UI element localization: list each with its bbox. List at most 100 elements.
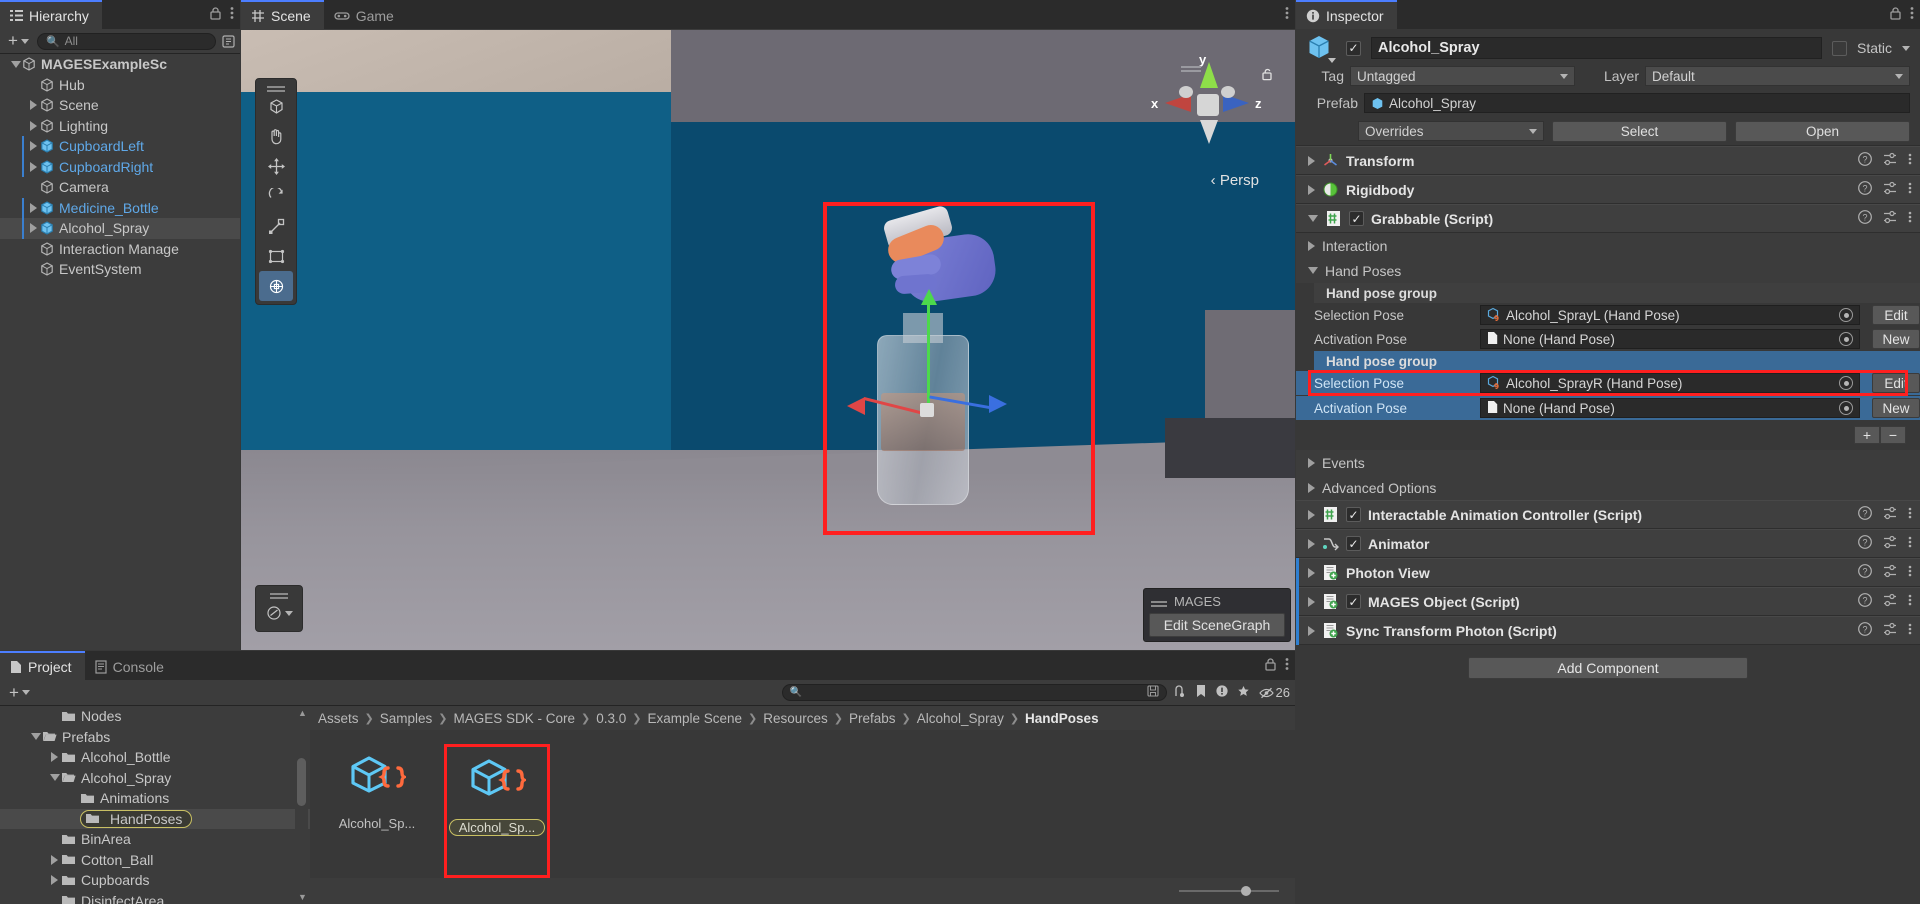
hierarchy-list[interactable]: MAGESExampleScHubSceneLightingCupboardLe… (0, 54, 240, 650)
object-name-input[interactable]: Alcohol_Spray (1371, 37, 1822, 59)
help-icon[interactable]: ? (1858, 506, 1872, 523)
add-component-button[interactable]: Add Component (1468, 657, 1748, 679)
events-foldout[interactable]: Events (1296, 450, 1920, 475)
help-icon[interactable]: ? (1858, 564, 1872, 581)
pose-edit-button[interactable]: Edit (1872, 305, 1920, 325)
component-header-transform[interactable]: Transform? (1296, 146, 1920, 175)
prefab-field[interactable]: Alcohol_Spray (1364, 93, 1910, 113)
hidden-assets-counter[interactable]: 26 (1259, 685, 1290, 700)
project-create-button[interactable]: + (5, 686, 34, 700)
hand-pose-selection-pose-row[interactable]: Selection PoseAlcohol_SprayL (Hand Pose)… (1296, 303, 1920, 327)
expand-arrow[interactable] (1308, 215, 1318, 222)
transform-tool-button[interactable] (259, 271, 293, 301)
rotate-tool-button[interactable] (256, 181, 296, 211)
project-tree-item-nodes[interactable]: Nodes (0, 706, 310, 727)
component-header-animator[interactable]: ✓Animator? (1296, 529, 1920, 558)
advanced-options-foldout[interactable]: Advanced Options (1296, 475, 1920, 500)
expand-arrow[interactable] (27, 100, 40, 110)
preset-icon[interactable] (1883, 622, 1897, 639)
kebab-menu-icon[interactable] (230, 6, 234, 23)
kebab-menu-icon[interactable] (1910, 6, 1914, 23)
inspector-body[interactable]: ✓ Alcohol_Spray Static Tag Untagged Laye… (1296, 29, 1920, 904)
edit-scenegraph-button[interactable]: Edit SceneGraph (1149, 613, 1285, 637)
interaction-foldout[interactable]: Interaction (1296, 233, 1920, 258)
kebab-menu-icon[interactable] (1908, 564, 1912, 581)
tag-dropdown[interactable]: Untagged (1350, 66, 1575, 86)
project-tree-item-alcohol-bottle[interactable]: Alcohol_Bottle (0, 747, 310, 768)
tab-console[interactable]: Console (85, 651, 177, 680)
gizmo-drag-handle[interactable] (1181, 66, 1201, 68)
hierarchy-item-alcohol-spray[interactable]: Alcohol_Spray (0, 218, 240, 239)
select-button[interactable]: Select (1552, 121, 1727, 142)
expand-arrow[interactable] (1308, 568, 1315, 578)
pose-new-button[interactable]: New (1872, 398, 1920, 418)
pose-object-field[interactable]: None (Hand Pose) (1480, 329, 1860, 349)
component-enabled-checkbox[interactable]: ✓ (1346, 594, 1361, 609)
help-icon[interactable]: ? (1858, 152, 1872, 169)
hand-pose-activation-pose-row[interactable]: Activation PoseNone (Hand Pose)New (1296, 327, 1920, 351)
gizmo-lock-icon[interactable] (1262, 68, 1273, 84)
search-save-icon[interactable] (1147, 685, 1159, 700)
hierarchy-search-input[interactable]: 🔍 All (37, 33, 216, 50)
lock-icon[interactable] (210, 7, 221, 23)
expand-arrow[interactable] (1308, 539, 1315, 549)
expand-arrow[interactable] (27, 162, 40, 172)
scene-viewport[interactable]: x y z ‹ Persp MAGES Edit SceneGraph (241, 30, 1295, 650)
object-active-checkbox[interactable]: ✓ (1346, 41, 1361, 56)
asset-item[interactable]: Alcohol_Sp... (444, 744, 550, 878)
kebab-menu-icon[interactable] (1908, 181, 1912, 198)
hierarchy-item-camera[interactable]: Camera (0, 177, 240, 198)
component-list-bottom[interactable]: ✓Interactable Animation Controller (Scri… (1296, 500, 1920, 645)
hierarchy-item-lighting[interactable]: Lighting (0, 116, 240, 137)
scene-orientation-gizmo[interactable]: x y z (1159, 56, 1255, 152)
expand-arrow[interactable] (48, 875, 61, 885)
mages-overlay-header[interactable]: MAGES (1149, 593, 1285, 613)
pose-edit-button[interactable]: Edit (1872, 373, 1920, 393)
component-enabled-checkbox[interactable]: ✓ (1346, 507, 1361, 522)
asset-type-icon[interactable] (1173, 684, 1186, 701)
hierarchy-item-scene[interactable]: Scene (0, 95, 240, 116)
component-header-sync-transform-photon-script-[interactable]: Sync Transform Photon (Script)? (1296, 616, 1920, 645)
hierarchy-item-eventsystem[interactable]: EventSystem (0, 259, 240, 280)
scale-tool-button[interactable] (256, 211, 296, 241)
hierarchy-filter-icon[interactable] (220, 35, 236, 48)
help-icon[interactable]: ? (1858, 535, 1872, 552)
expand-arrow[interactable] (48, 774, 61, 781)
kebab-menu-icon[interactable] (1908, 210, 1912, 227)
preset-icon[interactable] (1883, 564, 1897, 581)
gizmo-cone-neg-y[interactable] (1200, 120, 1218, 144)
object-picker-icon[interactable] (1839, 332, 1853, 346)
hierarchy-item-interaction-manage[interactable]: Interaction Manage (0, 239, 240, 260)
favorite-star-icon[interactable] (1237, 685, 1250, 701)
expand-arrow[interactable] (29, 733, 42, 740)
custom-palette-drag-handle[interactable] (256, 589, 302, 598)
hand-pose-activation-pose-row[interactable]: Activation PoseNone (Hand Pose)New (1296, 396, 1920, 420)
hierarchy-item-medicine-bottle[interactable]: Medicine_Bottle (0, 198, 240, 219)
tab-hierarchy[interactable]: Hierarchy (0, 0, 102, 29)
preset-icon[interactable] (1883, 593, 1897, 610)
expand-arrow[interactable] (27, 223, 40, 233)
component-header-grabbable-script-[interactable]: ✓Grabbable (Script)? (1296, 204, 1920, 233)
hierarchy-create-button[interactable]: + (4, 34, 33, 48)
hand-pose-groups[interactable]: Hand pose groupSelection PoseAlcohol_Spr… (1296, 283, 1920, 420)
project-tree-item-alcohol-spray[interactable]: Alcohol_Spray (0, 768, 310, 789)
zoom-slider[interactable] (1179, 890, 1279, 892)
tab-project[interactable]: Project (0, 651, 85, 680)
kebab-menu-icon[interactable] (1285, 657, 1289, 674)
warning-icon[interactable] (1216, 684, 1228, 701)
scrollbar-thumb[interactable] (297, 758, 306, 806)
pose-object-field[interactable]: Alcohol_SprayR (Hand Pose) (1480, 373, 1860, 393)
project-tree-item-binarea[interactable]: BinArea (0, 829, 310, 850)
remove-pose-group-button[interactable]: − (1880, 426, 1906, 444)
breadcrumb-item[interactable]: 0.3.0 (596, 711, 626, 726)
gizmo-center-cube[interactable] (1197, 94, 1219, 116)
add-pose-group-button[interactable]: + (1854, 426, 1880, 444)
tab-scene[interactable]: Scene (241, 0, 324, 29)
rect-tool-button[interactable] (256, 241, 296, 271)
static-checkbox[interactable] (1832, 41, 1847, 56)
expand-arrow[interactable] (1308, 626, 1315, 636)
pose-new-button[interactable]: New (1872, 329, 1920, 349)
expand-arrow[interactable] (48, 855, 61, 865)
help-icon[interactable]: ? (1858, 593, 1872, 610)
expand-arrow[interactable] (1308, 156, 1315, 166)
